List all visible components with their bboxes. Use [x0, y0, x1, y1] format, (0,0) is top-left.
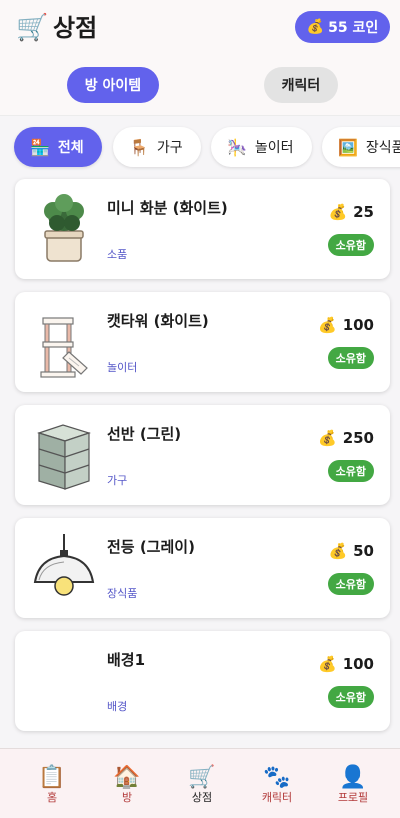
segment-control: 방 아이템 캐릭터 — [0, 56, 400, 116]
tab-room-items[interactable]: 방 아이템 — [67, 67, 159, 103]
item-name: 캣타워 (화이트) — [107, 312, 209, 330]
item-category: 장식품 — [107, 587, 138, 600]
shelf-icon — [37, 424, 91, 490]
coin-balance-label: 55 코인 — [328, 20, 379, 36]
list-item[interactable]: 배경1 배경 💰 100 소유함 — [15, 631, 390, 731]
owned-badge: 소유함 — [327, 573, 374, 595]
nav-label: 홈 — [46, 791, 58, 804]
chip-furniture[interactable]: 🪑 가구 — [113, 127, 201, 167]
nav-shop[interactable]: 🛒 상점 — [162, 765, 242, 805]
money-bag-icon: 💰 — [318, 316, 337, 334]
item-category: 놀이터 — [107, 361, 138, 374]
chip-label: 놀이터 — [254, 140, 294, 156]
item-category: 배경 — [107, 700, 128, 713]
pendant-lamp-icon — [33, 534, 95, 596]
item-category: 소품 — [107, 248, 128, 261]
item-name: 선반 (그린) — [107, 425, 182, 443]
shopping-cart-icon: 🛒 — [188, 765, 216, 790]
item-category: 가구 — [107, 474, 128, 487]
list-item[interactable]: 선반 (그린) 가구 💰 250 소유함 — [15, 405, 390, 505]
price-value: 25 — [353, 203, 374, 221]
chip-label: 전체 — [57, 140, 84, 156]
shopping-cart-icon: 🛒 — [16, 13, 49, 43]
money-bag-icon: 💰 — [306, 19, 325, 35]
nav-label: 방 — [121, 791, 133, 804]
coin-balance-badge[interactable]: 💰 55 코인 — [295, 11, 390, 43]
chip-all[interactable]: 🏪 전체 — [14, 127, 102, 167]
item-list: 미니 화분 (화이트) 소품 💰 25 소유함 캣타워 (화이트) 놀이터 💰 … — [15, 179, 390, 744]
item-price: 💰 100 — [318, 655, 374, 673]
price-value: 100 — [342, 316, 374, 334]
nav-room[interactable]: 🏠 방 — [87, 765, 167, 805]
item-price: 💰 50 — [328, 542, 374, 560]
picture-icon: 🖼️ — [338, 137, 358, 157]
price-value: 50 — [353, 542, 374, 560]
house-icon: 🏠 — [113, 765, 141, 790]
list-item[interactable]: 캣타워 (화이트) 놀이터 💰 100 소유함 — [15, 292, 390, 392]
owned-badge: 소유함 — [327, 686, 374, 708]
item-price: 💰 250 — [318, 429, 374, 447]
nav-home[interactable]: 📋 홈 — [12, 765, 92, 805]
chip-label: 가구 — [156, 140, 183, 156]
nav-label: 상점 — [191, 791, 213, 804]
nav-label: 캐릭터 — [261, 791, 293, 804]
chair-icon: 🪑 — [129, 137, 149, 157]
nav-profile[interactable]: 👤 프로필 — [313, 765, 393, 805]
chip-playground[interactable]: 🎠 놀이터 — [211, 127, 312, 167]
item-name: 배경1 — [107, 651, 146, 669]
chip-decor[interactable]: 🖼️ 장식품 — [322, 127, 400, 167]
money-bag-icon: 💰 — [328, 542, 348, 560]
list-item[interactable]: 미니 화분 (화이트) 소품 💰 25 소유함 — [15, 179, 390, 279]
header: 🛒 상점 💰 55 코인 — [0, 0, 400, 56]
item-price: 💰 100 — [318, 316, 374, 334]
price-value: 100 — [342, 655, 374, 673]
chip-label: 장식품 — [365, 140, 400, 156]
category-filter-bar: 🏪 전체 🪑 가구 🎠 놀이터 🖼️ 장식품 — [0, 117, 400, 179]
price-value: 250 — [342, 429, 374, 447]
money-bag-icon: 💰 — [318, 429, 337, 447]
money-bag-icon: 💰 — [318, 655, 337, 673]
clipboard-icon: 📋 — [38, 765, 66, 790]
cat-tower-icon — [40, 317, 88, 378]
list-item[interactable]: 전등 (그레이) 장식품 💰 50 소유함 — [15, 518, 390, 618]
nav-label: 프로필 — [337, 791, 369, 804]
profile-icon: 👤 — [339, 765, 367, 790]
item-name: 전등 (그레이) — [107, 538, 195, 556]
paw-icon: 🐾 — [263, 765, 291, 790]
owned-badge: 소유함 — [327, 347, 374, 369]
nav-character[interactable]: 🐾 캐릭터 — [237, 765, 317, 805]
bottom-nav: 📋 홈 🏠 방 🛒 상점 🐾 캐릭터 👤 프로필 — [0, 748, 400, 818]
money-bag-icon: 💰 — [328, 203, 348, 221]
item-name: 미니 화분 (화이트) — [107, 199, 228, 217]
item-price: 💰 25 — [328, 203, 374, 221]
page-title: 상점 — [53, 14, 98, 42]
plant-pot-icon — [44, 194, 84, 262]
carousel-icon: 🎠 — [227, 137, 247, 157]
owned-badge: 소유함 — [327, 234, 374, 256]
store-icon: 🏪 — [30, 137, 50, 157]
tab-characters[interactable]: 캐릭터 — [264, 67, 338, 103]
owned-badge: 소유함 — [327, 460, 374, 482]
